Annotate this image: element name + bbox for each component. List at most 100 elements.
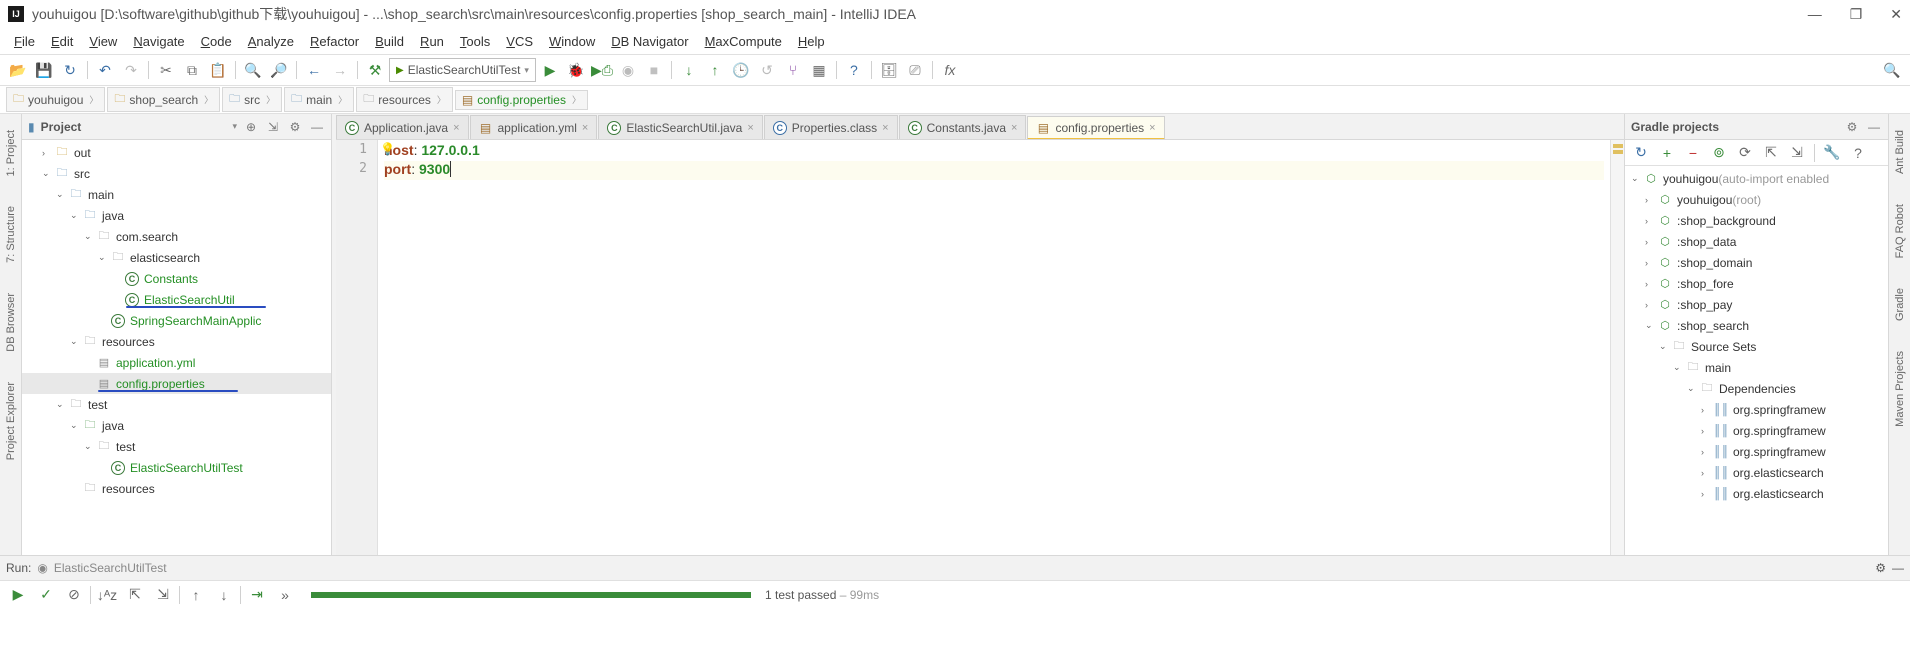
warning-marker-icon[interactable] [1613, 150, 1623, 154]
tree-item-test[interactable]: ⌄🗀test [22, 394, 331, 415]
menu-navigate[interactable]: Navigate [125, 32, 192, 51]
gradle-item-youhuigou[interactable]: ⌄⬡youhuigou (auto-import enabled [1625, 168, 1888, 189]
gear-icon[interactable]: ⚙ [1844, 119, 1860, 135]
menu-window[interactable]: Window [541, 32, 603, 51]
undo-icon[interactable]: ↶ [93, 58, 117, 82]
gradle-item-:shop_pay[interactable]: ›⬡:shop_pay [1625, 294, 1888, 315]
tree-item-resources[interactable]: ⌄🗀resources [22, 331, 331, 352]
fx-icon[interactable]: fx [938, 58, 962, 82]
hide-icon[interactable]: — [1892, 561, 1904, 575]
rail-Ant-Build[interactable]: Ant Build [1894, 120, 1906, 184]
tab-Application.java[interactable]: CApplication.java× [336, 115, 469, 139]
gradle-item-Dependencies[interactable]: ⌄🗀Dependencies [1625, 378, 1888, 399]
dbnav-icon[interactable]: ⎚ [903, 58, 927, 82]
execute-icon[interactable]: ⊚ [1707, 141, 1731, 165]
minimize-button[interactable]: — [1808, 6, 1822, 23]
rail-Maven-Projects[interactable]: Maven Projects [1894, 341, 1906, 437]
gradle-item-:shop_background[interactable]: ›⬡:shop_background [1625, 210, 1888, 231]
vcs-update-icon[interactable]: ↓ [677, 58, 701, 82]
help-icon[interactable]: ? [1846, 141, 1870, 165]
hide-icon[interactable]: — [1866, 119, 1882, 135]
collapse-tests-icon[interactable]: ⇲ [151, 584, 175, 606]
close-tab-icon[interactable]: × [1149, 122, 1155, 134]
refresh-icon[interactable]: ↻ [1629, 141, 1653, 165]
more-icon[interactable]: » [273, 584, 297, 606]
gradle-item-:shop_fore[interactable]: ›⬡:shop_fore [1625, 273, 1888, 294]
rail-1--Project[interactable]: 1: Project [5, 120, 17, 186]
expand-icon[interactable]: ⇱ [1759, 141, 1783, 165]
collapse-icon[interactable]: ⇲ [1785, 141, 1809, 165]
menu-refactor[interactable]: Refactor [302, 32, 367, 51]
rail-FAQ-Robot[interactable]: FAQ Robot [1894, 194, 1906, 268]
toggle-passed-icon[interactable]: ✓ [34, 584, 58, 606]
tree-item-ElasticSearchUtilTest[interactable]: CElasticSearchUtilTest [22, 457, 331, 478]
tab-Constants.java[interactable]: CConstants.java× [899, 115, 1027, 139]
tree-item-java[interactable]: ⌄🗀java [22, 205, 331, 226]
help-icon[interactable]: ? [842, 58, 866, 82]
build-icon[interactable]: ⚒ [363, 58, 387, 82]
menu-maxcompute[interactable]: MaxCompute [697, 32, 790, 51]
tab-ElasticSearchUtil.java[interactable]: CElasticSearchUtil.java× [598, 115, 762, 139]
tree-item-elasticsearch[interactable]: ⌄🗀elasticsearch [22, 247, 331, 268]
close-button[interactable]: ✕ [1890, 6, 1902, 23]
gear-icon[interactable]: ⚙ [287, 119, 303, 135]
tree-item-java[interactable]: ⌄🗀java [22, 415, 331, 436]
menu-edit[interactable]: Edit [43, 32, 81, 51]
rail-DB-Browser[interactable]: DB Browser [5, 283, 17, 362]
cut-icon[interactable]: ✂ [154, 58, 178, 82]
tree-item-Constants[interactable]: CConstants [22, 268, 331, 289]
warning-marker-icon[interactable] [1613, 144, 1623, 148]
tree-item-src[interactable]: ⌄🗀src [22, 163, 331, 184]
settings-icon[interactable]: 🔧 [1820, 141, 1844, 165]
gradle-item-org.elasticsearch[interactable]: ›║║org.elasticsearch [1625, 483, 1888, 504]
gradle-item-Source Sets[interactable]: ⌄🗀Source Sets [1625, 336, 1888, 357]
gradle-sync-icon[interactable]: ⟳ [1733, 141, 1757, 165]
vcs-history-icon[interactable]: 🕒 [729, 58, 753, 82]
run-icon[interactable]: ▶ [538, 58, 562, 82]
export-icon[interactable]: ⇥ [245, 584, 269, 606]
rerun-icon[interactable]: ▶ [6, 584, 30, 606]
gradle-item-org.springframew[interactable]: ›║║org.springframew [1625, 399, 1888, 420]
menu-tools[interactable]: Tools [452, 32, 498, 51]
replace-icon[interactable]: 🔎 [267, 58, 291, 82]
coverage-icon[interactable]: ▶⎙ [590, 58, 614, 82]
gradle-item-org.elasticsearch[interactable]: ›║║org.elasticsearch [1625, 462, 1888, 483]
vcs-revert-icon[interactable]: ↺ [755, 58, 779, 82]
gradle-item-org.springframew[interactable]: ›║║org.springframew [1625, 420, 1888, 441]
back-icon[interactable]: ← [302, 58, 326, 82]
close-tab-icon[interactable]: × [882, 122, 888, 134]
menu-file[interactable]: File [6, 32, 43, 51]
sort-icon[interactable]: ↓ᴬz [95, 584, 119, 606]
gradle-item-:shop_search[interactable]: ⌄⬡:shop_search [1625, 315, 1888, 336]
save-all-icon[interactable]: 💾 [32, 58, 56, 82]
vcs-commit-icon[interactable]: ↑ [703, 58, 727, 82]
expand-tests-icon[interactable]: ⇱ [123, 584, 147, 606]
tree-item-main[interactable]: ⌄🗀main [22, 184, 331, 205]
gradle-item-org.springframew[interactable]: ›║║org.springframew [1625, 441, 1888, 462]
close-tab-icon[interactable]: × [747, 122, 753, 134]
breadcrumb-shop_search[interactable]: 🗀shop_search〉 [107, 87, 220, 112]
toggle-ignored-icon[interactable]: ⊘ [62, 584, 86, 606]
rail-Project-Explorer[interactable]: Project Explorer [5, 372, 17, 470]
add-icon[interactable]: + [1655, 141, 1679, 165]
forward-icon[interactable]: → [328, 58, 352, 82]
breadcrumb-config.properties[interactable]: ▤config.properties〉 [455, 90, 588, 110]
tree-item-out[interactable]: ›🗀out [22, 142, 331, 163]
rail-7--Structure[interactable]: 7: Structure [5, 196, 17, 273]
rail-Gradle[interactable]: Gradle [1894, 278, 1906, 331]
close-tab-icon[interactable]: × [453, 122, 459, 134]
menu-db-navigator[interactable]: DB Navigator [603, 32, 696, 51]
breadcrumb-src[interactable]: 🗀src〉 [222, 87, 282, 112]
search-everywhere-icon[interactable]: 🔍 [1880, 58, 1904, 82]
editor-scrollbar[interactable] [1610, 140, 1624, 555]
find-icon[interactable]: 🔍 [241, 58, 265, 82]
redo-icon[interactable]: ↷ [119, 58, 143, 82]
stop-icon[interactable]: ■ [642, 58, 666, 82]
menu-run[interactable]: Run [412, 32, 452, 51]
breadcrumb-main[interactable]: 🗀main〉 [284, 87, 354, 112]
paste-icon[interactable]: 📋 [206, 58, 230, 82]
run-config-selector[interactable]: ▶ ElasticSearchUtilTest ▾ [389, 58, 536, 82]
gradle-item-main[interactable]: ⌄🗀main [1625, 357, 1888, 378]
tab-config.properties[interactable]: ▤config.properties× [1027, 116, 1164, 140]
gear-icon[interactable]: ⚙ [1875, 561, 1886, 575]
